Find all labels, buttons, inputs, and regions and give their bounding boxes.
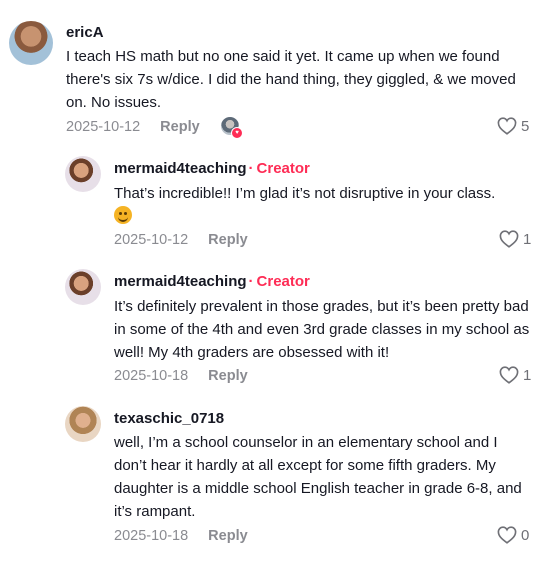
heart-outline-icon (499, 366, 519, 384)
comment-date: 2025-10-12 (114, 232, 189, 248)
creator-badge: · Creator (248, 160, 310, 177)
avatar[interactable] (65, 269, 101, 305)
creator-liked-heart-icon: ♥ (231, 127, 243, 139)
comment-date: 2025-10-18 (114, 528, 189, 544)
comment-text: That’s incredible!! I’m glad it’s not di… (114, 185, 496, 202)
comment-username[interactable]: mermaid4teaching · Creator (114, 273, 310, 290)
avatar[interactable] (65, 156, 101, 192)
like-button[interactable]: 1 (499, 230, 531, 248)
comment-date: 2025-10-18 (114, 368, 189, 384)
reply-button[interactable]: Reply (160, 119, 200, 135)
heart-outline-icon (499, 230, 519, 248)
comment-username[interactable]: texaschic_0718 (114, 410, 224, 427)
comment-text: I teach HS math but no one said it yet. … (66, 48, 516, 111)
like-button[interactable]: 1 (499, 366, 531, 384)
heart-outline-icon (497, 117, 517, 135)
reply-button[interactable]: Reply (208, 232, 248, 248)
comment-text: well, I’m a school counselor in an eleme… (114, 434, 522, 520)
comment-username[interactable]: ericA (66, 24, 104, 41)
comment-meta: 2025-10-18 Reply (114, 368, 248, 384)
avatar[interactable] (65, 406, 101, 442)
comment-meta: 2025-10-18 Reply (114, 528, 248, 544)
like-button[interactable]: 5 (497, 117, 529, 135)
comment-username[interactable]: mermaid4teaching · Creator (114, 160, 310, 177)
heart-outline-icon (497, 526, 517, 544)
like-button[interactable]: 0 (497, 526, 529, 544)
like-count: 0 (521, 526, 530, 544)
like-count: 5 (521, 117, 530, 135)
reply-button[interactable]: Reply (208, 368, 248, 384)
comment-meta: 2025-10-12 Reply (114, 232, 248, 248)
comment-date: 2025-10-12 (66, 119, 141, 135)
like-count: 1 (523, 230, 532, 248)
avatar[interactable] (9, 21, 53, 65)
creator-badge: · Creator (248, 273, 310, 290)
like-count: 1 (523, 366, 532, 384)
comment-meta: 2025-10-12 Reply (66, 119, 200, 135)
smiling-face-emoji-icon (114, 206, 132, 224)
comment-text: It’s definitely prevalent in those grade… (114, 298, 530, 361)
reply-button[interactable]: Reply (208, 528, 248, 544)
